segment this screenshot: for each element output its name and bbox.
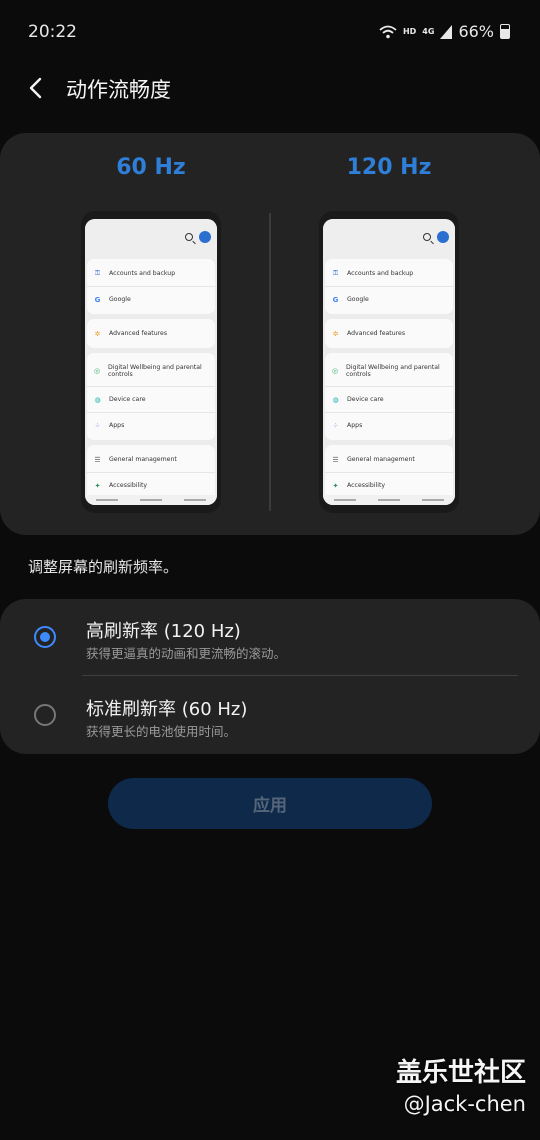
option-title: 高刷新率 (120 Hz) — [86, 621, 241, 642]
phone-screen: ⚿ Accounts and backup G Google ✲ Advanced f… — [85, 219, 217, 505]
menu-item: ☰ General management — [87, 447, 215, 473]
key-icon: ⚿ — [94, 269, 101, 277]
accessibility-icon: ✦ — [332, 481, 339, 490]
menu-group: ◎ Digital Wellbeing and parental controls… — [87, 353, 215, 440]
menu-item: ◍ Device care — [87, 387, 215, 413]
menu-item: ⁘ Apps — [94, 421, 125, 430]
gear-icon: ✲ — [332, 329, 339, 338]
preview-divider — [269, 213, 271, 511]
preview-120hz-label: 120 Hz — [346, 155, 432, 180]
status-time: 20:22 — [28, 22, 77, 42]
menu-item: ✲ Advanced features — [94, 329, 168, 338]
avatar-icon — [199, 231, 211, 243]
menu-item: ✲ Advanced features — [332, 329, 406, 338]
option-subtitle: 获得更逼真的动画和更流畅的滚动。 — [86, 646, 287, 661]
nav-bar — [323, 495, 455, 505]
status-bar: 20:22 HD 4G 66% — [0, 0, 540, 64]
battery-icon — [500, 24, 510, 39]
battery-percent: 66% — [458, 22, 494, 41]
menu-item: ◎ Digital Wellbeing and parental controls — [87, 355, 215, 387]
wellbeing-icon: ◎ — [93, 366, 101, 375]
menu-group: ◎ Digital Wellbeing and parental controls… — [325, 353, 453, 440]
avatar-icon — [437, 231, 449, 243]
menu-item: ◎ Digital Wellbeing and parental controls — [325, 355, 453, 387]
apply-button[interactable]: 应用 — [108, 778, 432, 829]
menu-item: ◍ Device care — [325, 387, 453, 413]
menu-item: G Google — [94, 295, 131, 304]
refresh-rate-preview-card: 60 Hz 120 Hz ⚿ Accounts and backup G Googl… — [0, 133, 540, 535]
status-icons: HD 4G 66% — [379, 22, 510, 41]
wifi-icon — [379, 25, 397, 38]
menu-group: ✲ Advanced features — [87, 319, 215, 348]
key-icon: ⚿ — [332, 269, 339, 277]
apps-icon: ⁘ — [332, 421, 339, 430]
signal-icon — [440, 24, 453, 39]
menu-group: ⚿ Accounts and backup G Google — [325, 259, 453, 314]
menu-item: G Google — [332, 295, 369, 304]
sliders-icon: ☰ — [332, 455, 339, 464]
google-icon: G — [332, 295, 339, 304]
option-high-refresh[interactable]: 高刷新率 (120 Hz) 获得更逼真的动画和更流畅的滚动。 — [0, 599, 540, 676]
search-icon — [423, 233, 431, 241]
network-type: 4G — [422, 27, 435, 36]
watermark-title: 盖乐世社区 — [395, 1058, 526, 1088]
sliders-icon: ☰ — [94, 455, 101, 464]
menu-item: ⚿ Accounts and backup — [87, 261, 215, 287]
gear-icon: ✲ — [94, 329, 101, 338]
refresh-rate-options: 高刷新率 (120 Hz) 获得更逼真的动画和更流畅的滚动。 标准刷新率 (60… — [0, 599, 540, 754]
google-icon: G — [94, 295, 101, 304]
app-header: 动作流畅度 — [0, 66, 540, 110]
phone-screen: ⚿ Accounts and backup G Google ✲ Advanced f… — [323, 219, 455, 505]
menu-group: ⚿ Accounts and backup G Google — [87, 259, 215, 314]
nav-bar — [85, 495, 217, 505]
preview-60hz-label: 60 Hz — [116, 155, 186, 180]
radio-button-selected[interactable] — [34, 626, 56, 648]
menu-group: ☰ General management ✦ Accessibility — [325, 445, 453, 500]
description-text: 调整屏幕的刷新频率。 — [28, 558, 179, 576]
watermark-author: @Jack-chen — [403, 1092, 526, 1116]
search-icon — [185, 233, 193, 241]
radio-button-unselected[interactable] — [34, 704, 56, 726]
option-subtitle: 获得更长的电池使用时间。 — [86, 724, 237, 739]
menu-item: ⁘ Apps — [332, 421, 363, 430]
wellbeing-icon: ◎ — [331, 366, 339, 375]
device-care-icon: ◍ — [94, 395, 101, 404]
option-standard-refresh[interactable]: 标准刷新率 (60 Hz) 获得更长的电池使用时间。 — [0, 677, 540, 753]
device-care-icon: ◍ — [332, 395, 339, 404]
option-title: 标准刷新率 (60 Hz) — [86, 699, 248, 720]
menu-item: ☰ General management — [325, 447, 453, 473]
option-divider — [82, 675, 518, 676]
hd-indicator: HD — [402, 27, 417, 36]
menu-group: ☰ General management ✦ Accessibility — [87, 445, 215, 500]
back-arrow-icon[interactable] — [22, 74, 50, 102]
phone-preview-60hz: ⚿ Accounts and backup G Google ✲ Advanced f… — [81, 211, 221, 513]
menu-item: ⚿ Accounts and backup — [325, 261, 453, 287]
phone-preview-120hz: ⚿ Accounts and backup G Google ✲ Advanced f… — [319, 211, 459, 513]
apps-icon: ⁘ — [94, 421, 101, 430]
accessibility-icon: ✦ — [94, 481, 101, 490]
menu-group: ✲ Advanced features — [325, 319, 453, 348]
page-title: 动作流畅度 — [66, 78, 171, 102]
